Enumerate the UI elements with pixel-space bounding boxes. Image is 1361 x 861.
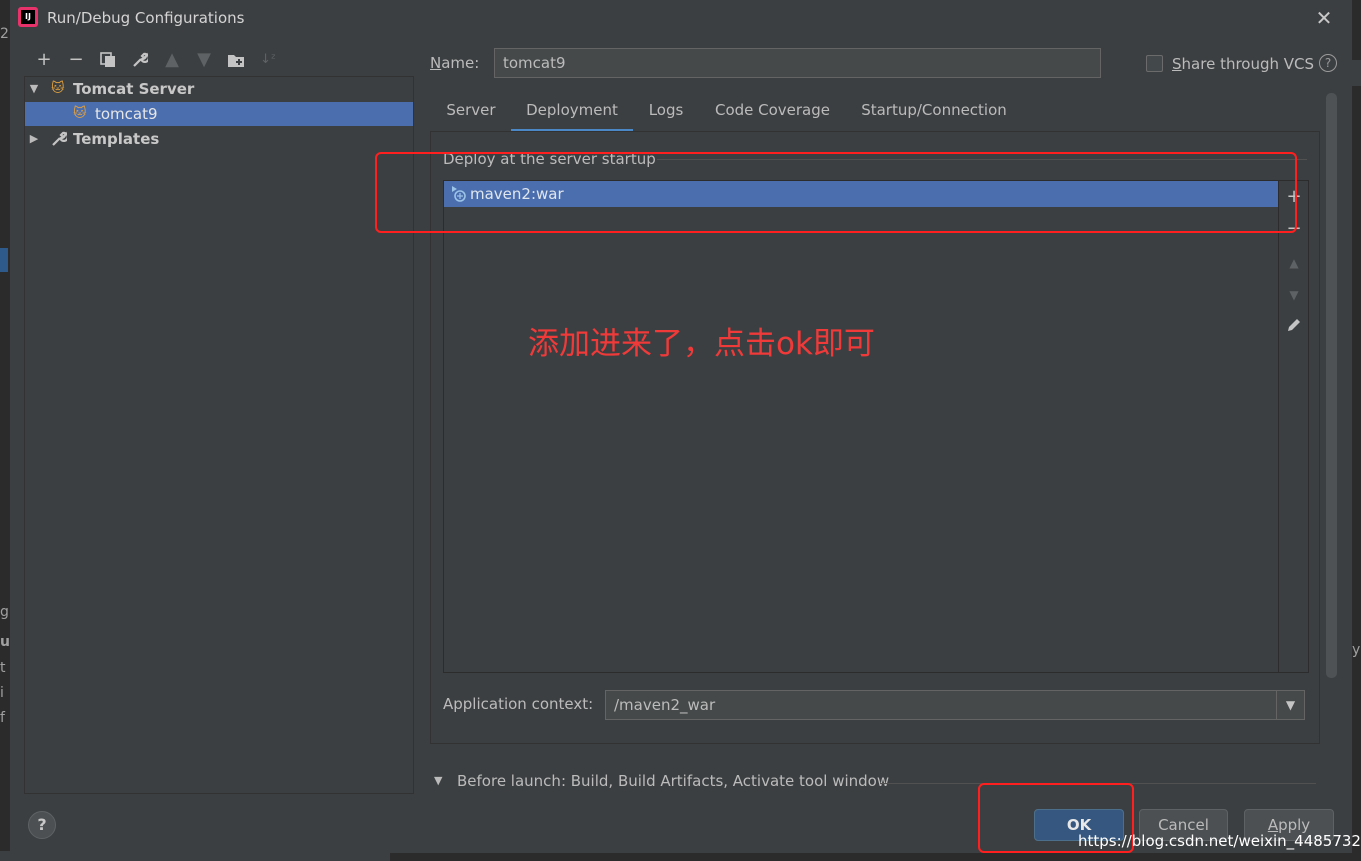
share-vcs-mnemonic: S [1172, 55, 1182, 73]
artifact-list[interactable]: maven2:war [443, 180, 1279, 673]
wrench-icon[interactable] [124, 48, 156, 72]
close-icon[interactable]: ✕ [1312, 6, 1336, 30]
tomcat-icon: 🐱 [73, 106, 87, 121]
vcs-help-icon[interactable]: ? [1319, 54, 1337, 72]
share-vcs-label-rest: hare through VCS [1181, 55, 1315, 73]
artifact-actions: + − ▲ ▼ [1279, 180, 1309, 673]
expand-arrow-icon[interactable]: ▼ [434, 774, 442, 787]
move-down-icon[interactable]: ▼ [1279, 285, 1309, 305]
intellij-icon: IJ [18, 7, 38, 27]
background-text-fragment: g [0, 604, 9, 620]
application-context-input[interactable] [605, 690, 1277, 720]
new-folder-icon[interactable] [220, 48, 252, 72]
sort-icon[interactable]: ↓ᶻ [252, 48, 284, 72]
move-down-icon[interactable]: ▼ [188, 48, 220, 72]
title-bar: IJ Run/Debug Configurations ✕ [10, 0, 1352, 36]
edit-icon[interactable] [1279, 317, 1309, 338]
config-toolbar: + − ▲ ▼ ↓ᶻ [28, 48, 284, 72]
tab-server[interactable]: Server [431, 96, 511, 132]
share-vcs-label[interactable]: Share through VCS [1172, 55, 1314, 73]
move-up-icon[interactable]: ▲ [156, 48, 188, 72]
background-text-fragment: f [0, 710, 5, 726]
application-context-label: Application context: [443, 695, 594, 713]
tab-code-coverage[interactable]: Code Coverage [699, 96, 846, 132]
background-strip [1352, 60, 1361, 86]
tab-deployment[interactable]: Deployment [511, 96, 633, 132]
background-text-fragment: t [0, 660, 6, 676]
tab-logs[interactable]: Logs [633, 96, 699, 132]
annotation-text: 添加进来了，点击ok即可 [528, 326, 875, 362]
tab-startup-connection[interactable]: Startup/Connection [846, 96, 1022, 132]
collapsed-arrow-icon[interactable]: ▶ [27, 127, 41, 151]
watermark: https://blog.csdn.net/weixin_44857327 [1078, 832, 1361, 850]
background-text-fragment: y [1352, 642, 1361, 658]
tree-item-label: tomcat9 [95, 105, 158, 123]
tree-item-templates[interactable]: ▶ Templates [25, 127, 413, 151]
background-left-edge: 2 g u t i f [0, 0, 10, 861]
background-text-fragment: i [0, 685, 4, 701]
background-selection-strip [0, 248, 8, 272]
run-debug-configurations-dialog: IJ Run/Debug Configurations ✕ + − ▲ ▼ ↓ᶻ… [10, 0, 1352, 853]
add-icon[interactable]: + [28, 48, 60, 72]
wrench-icon [51, 131, 69, 156]
tree-item-tomcat-server[interactable]: ▼ 🐱 Tomcat Server [25, 77, 413, 101]
name-label: Name: [430, 54, 479, 72]
tree-item-tomcat9[interactable]: 🐱 tomcat9 [25, 102, 413, 126]
highlight-box-artifact [375, 152, 1297, 233]
tree-item-label: Tomcat Server [73, 80, 195, 98]
window-title: Run/Debug Configurations [47, 9, 245, 27]
tree-item-label: Templates [73, 130, 160, 148]
name-label-rest: ame: [441, 54, 480, 72]
background-text-fragment: 2 [0, 26, 9, 42]
before-launch-label[interactable]: Before launch: Build, Build Artifacts, A… [457, 772, 889, 790]
move-up-icon[interactable]: ▲ [1279, 253, 1309, 273]
configuration-tree: ▼ 🐱 Tomcat Server 🐱 tomcat9 ▶ Templates [24, 76, 414, 794]
app-icon-text: IJ [21, 10, 35, 24]
background-text-fragment: u [0, 634, 10, 650]
scrollbar[interactable] [1326, 93, 1337, 678]
share-vcs-checkbox[interactable] [1146, 55, 1163, 72]
remove-icon[interactable]: − [60, 48, 92, 72]
tomcat-icon: 🐱 [51, 81, 65, 96]
name-input[interactable] [494, 48, 1101, 78]
name-label-mnemonic: N [430, 54, 442, 72]
chevron-down-icon[interactable]: ▼ [1276, 690, 1305, 720]
background-right-edge: y [1352, 0, 1361, 861]
help-button[interactable]: ? [28, 811, 56, 839]
expanded-arrow-icon[interactable]: ▼ [27, 77, 41, 101]
copy-icon[interactable] [92, 48, 124, 72]
